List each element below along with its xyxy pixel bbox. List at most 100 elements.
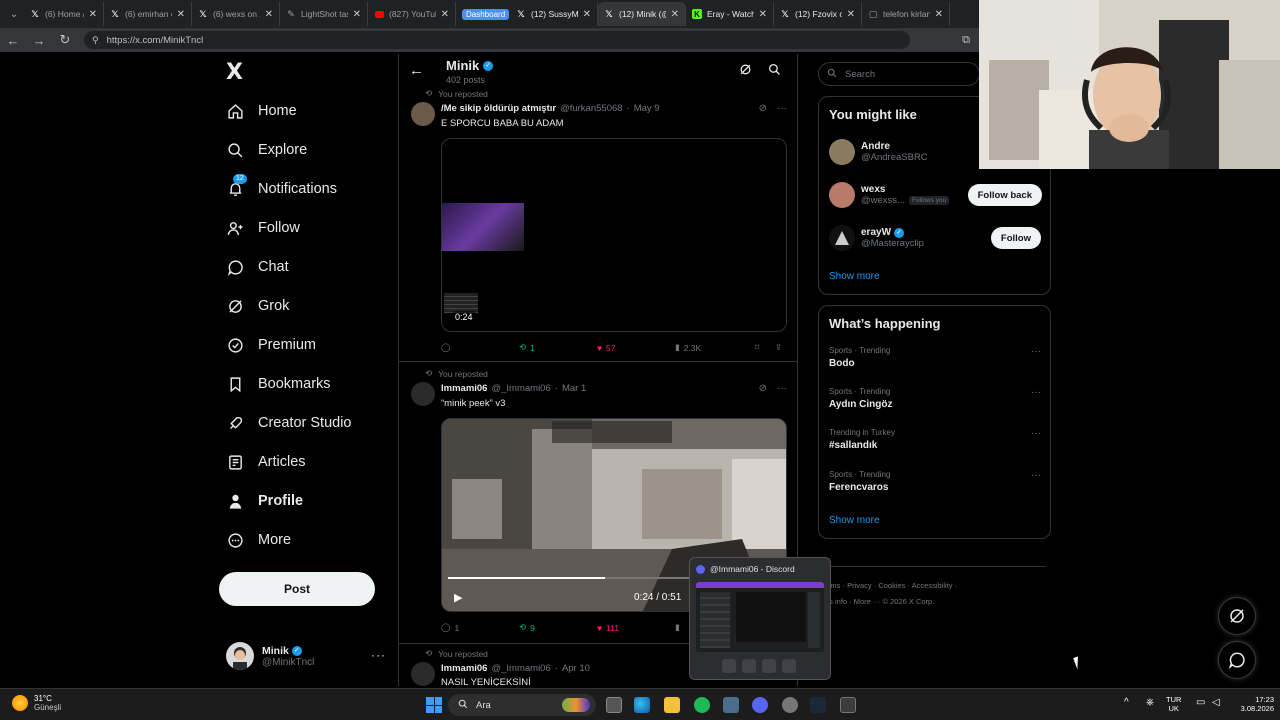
nav-grok[interactable]: Grok <box>226 297 289 315</box>
x-logo[interactable]: X <box>226 60 243 85</box>
address-bar[interactable]: ⚲ https://x.com/MinikTncl <box>84 31 911 49</box>
network-icon[interactable]: ▭ <box>1196 698 1205 708</box>
volume-icon[interactable]: ◁ <box>1212 698 1220 708</box>
chat-floating-button[interactable] <box>1218 641 1256 679</box>
close-icon[interactable]: ✕ <box>265 9 273 20</box>
clock[interactable]: 17:23 3.08.2026 <box>1230 695 1274 713</box>
close-icon[interactable]: ✕ <box>671 9 679 20</box>
browser-tab[interactable]: ▢ telefon kirlan... ✕ <box>862 2 950 26</box>
browser-tab[interactable]: ✎ LightShot taslak ✕ <box>280 2 368 26</box>
browser-tab[interactable]: 𝕏 (6) wexs on X ✕ <box>192 2 280 26</box>
close-icon[interactable]: ✕ <box>935 9 943 20</box>
more-dots-icon[interactable]: ··· <box>777 383 787 394</box>
avatar[interactable] <box>411 382 435 406</box>
more-dots-icon[interactable]: ··· <box>1031 428 1041 439</box>
tab-search-button[interactable]: ⌄ <box>4 4 24 24</box>
suggested-user[interactable]: wexs @wexss... Follows you Follow back <box>829 180 1042 210</box>
nav-notifications[interactable]: 12 Notifications <box>226 174 337 198</box>
repost-button[interactable]: ⟲ 1 <box>519 342 597 353</box>
nav-chat[interactable]: Chat <box>226 258 289 276</box>
weather-widget[interactable]: 31°C Güneşli <box>12 694 61 712</box>
more-dots-icon[interactable]: ··· <box>777 103 787 114</box>
follow-back-button[interactable]: Follow back <box>967 184 1042 206</box>
browser-tab[interactable]: (827) YouTube ✕ <box>368 2 456 26</box>
spotify-icon[interactable] <box>694 697 710 713</box>
browser-tab[interactable]: 𝕏 (12) Fzovix on... ✕ <box>774 2 862 26</box>
share-icon[interactable]: ⇪ <box>775 342 782 353</box>
account-switcher[interactable]: Minik ✓ @MinikTncl ··· <box>226 640 386 672</box>
back-arrow-icon[interactable]: ← <box>409 62 424 79</box>
search-icon[interactable] <box>768 63 781 79</box>
post-button[interactable]: Post <box>219 572 375 606</box>
views-button[interactable]: ▮ 2.3K <box>675 342 755 353</box>
grok-icon[interactable]: ⊘ <box>759 103 767 114</box>
file-explorer-icon[interactable] <box>664 697 680 713</box>
bookmark-icon[interactable]: ⌑ <box>755 342 775 353</box>
mic-icon[interactable] <box>742 659 756 673</box>
like-button[interactable]: ♥ 57 <box>597 343 675 353</box>
nav-bookmarks[interactable]: Bookmarks <box>226 375 331 393</box>
edge-icon[interactable] <box>634 697 650 713</box>
nav-home[interactable]: Home <box>226 102 297 120</box>
browser-tab[interactable]: 𝕏 (6) emirhan on X ✕ <box>104 2 192 26</box>
tweet-author-name[interactable]: /Me sikip öldürüp atmıştır <box>441 103 556 114</box>
hangup-icon[interactable] <box>782 659 796 673</box>
browser-tab[interactable]: K Eray - Watch ... ✕ <box>686 2 774 26</box>
browser-tab[interactable]: 𝕏 (12) SussyMo... ✕ <box>510 2 598 26</box>
browser-tab-active[interactable]: 𝕏 (12) Minik (@... ✕ <box>598 2 686 26</box>
close-icon[interactable]: ✕ <box>177 9 185 20</box>
avatar[interactable] <box>411 102 435 126</box>
suggested-user[interactable]: erayW ✓ @Masterayclip Follow <box>829 223 1041 253</box>
chrome-icon[interactable] <box>782 697 798 713</box>
close-icon[interactable]: ✕ <box>583 9 591 20</box>
tweet[interactable]: ⟲ You reposted /Me sikip öldürüp atmıştı… <box>399 88 797 362</box>
browser-tab[interactable]: 𝕏 (6) Home / X ✕ <box>24 2 104 26</box>
tweet-date[interactable]: May 9 <box>634 103 660 114</box>
close-icon[interactable]: ✕ <box>441 9 449 20</box>
calculator-icon[interactable] <box>840 697 856 713</box>
tweet-author-handle[interactable]: @_Immami06 <box>491 663 550 674</box>
steam-icon[interactable] <box>810 697 826 713</box>
trend-item[interactable]: Trending in Turkey #sallandık ··· <box>829 428 1041 458</box>
tweet-author-handle[interactable]: @_Immami06 <box>491 383 550 394</box>
forward-arrow-icon[interactable]: → <box>32 33 46 48</box>
show-more-link[interactable]: Show more <box>829 515 880 526</box>
more-dots-icon[interactable]: ··· <box>1031 346 1041 357</box>
tweet-date[interactable]: Mar 1 <box>562 383 586 394</box>
tweet-date[interactable]: Apr 10 <box>562 663 590 674</box>
footer-line[interactable]: Terms · Privacy · Cookies · Accessibilit… <box>820 578 1060 594</box>
chevron-up-icon[interactable]: ^ <box>1124 698 1129 708</box>
nav-more[interactable]: More <box>226 531 291 549</box>
like-button[interactable]: ♥ 111 <box>597 623 675 633</box>
tweet-video[interactable]: 0:24 <box>441 138 787 332</box>
play-icon[interactable]: ▶ <box>454 591 462 604</box>
nav-profile[interactable]: Profile <box>226 492 303 510</box>
reply-button[interactable]: ◯ 1 <box>441 622 519 633</box>
task-view-icon[interactable] <box>606 697 622 713</box>
close-icon[interactable]: ✕ <box>847 9 855 20</box>
windows-start-icon[interactable] <box>426 697 442 713</box>
site-info-icon[interactable]: ⚲ <box>92 35 99 46</box>
nav-follow[interactable]: Follow <box>226 219 300 237</box>
search-input[interactable]: Search <box>818 62 980 86</box>
follow-button[interactable]: Follow <box>990 227 1041 249</box>
trend-item[interactable]: Sports · Trending Aydın Cingöz ··· <box>829 387 1041 417</box>
tweet-author-handle[interactable]: @furkan55068 <box>560 103 622 114</box>
tweet-author-name[interactable]: Immami06 <box>441 663 487 674</box>
microphone-icon[interactable]: ⎈ <box>1146 698 1154 708</box>
reply-button[interactable]: ◯ <box>441 342 519 353</box>
extensions-icon[interactable]: ⧉ <box>962 34 970 47</box>
repost-button[interactable]: ⟲ 9 <box>519 622 597 633</box>
show-more-link[interactable]: Show more <box>829 271 880 282</box>
grok-icon[interactable] <box>739 63 752 79</box>
language-indicator[interactable]: TUR UK <box>1166 695 1181 713</box>
nav-explore[interactable]: Explore <box>226 141 307 159</box>
grok-icon[interactable]: ⊘ <box>759 383 767 394</box>
camera-icon[interactable] <box>722 659 736 673</box>
discord-icon[interactable] <box>752 697 768 713</box>
trend-item[interactable]: Sports · Trending Bodo ··· <box>829 346 1041 376</box>
grok-floating-button[interactable] <box>1218 597 1256 635</box>
discord-window-preview[interactable]: @Immami06 - Discord <box>689 557 831 680</box>
taskbar-search[interactable]: Ara <box>448 694 596 716</box>
nav-creator-studio[interactable]: Creator Studio <box>226 414 352 432</box>
